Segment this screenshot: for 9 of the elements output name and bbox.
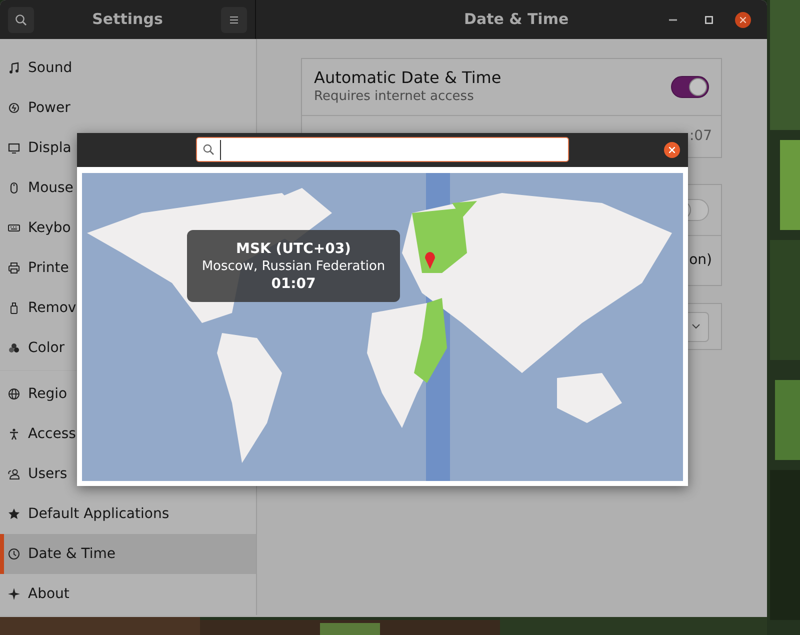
city-name: Moscow, Russian Federation	[200, 258, 386, 274]
setting-label: on)	[689, 251, 712, 270]
setting-description: Requires internet access	[314, 88, 475, 106]
setting-label: Automatic Date & Time	[314, 68, 502, 87]
timezone-name: MSK (UTC+03)	[235, 240, 352, 258]
local-time: 01:07	[270, 274, 317, 292]
date-time-value: :07	[689, 127, 712, 146]
window-title: Settings	[92, 9, 163, 30]
panel-title: Date & Time	[464, 9, 569, 30]
